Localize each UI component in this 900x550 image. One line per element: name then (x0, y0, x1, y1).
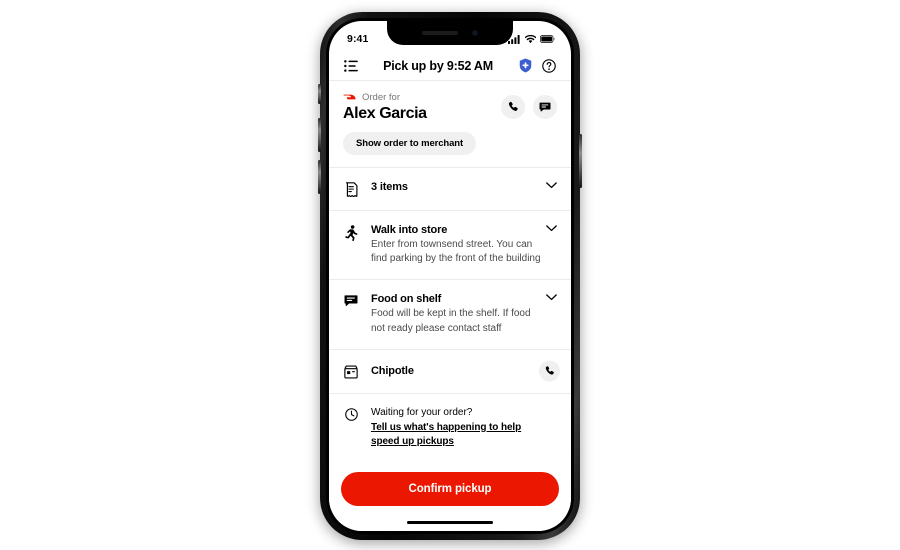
row-waiting-for-order: Waiting for your order? Tell us what's h… (329, 394, 571, 464)
row-merchant-body: Chipotle (371, 365, 557, 377)
row-shelf-body: Food on shelf Food will be kept in the s… (371, 293, 557, 335)
row-walk-subtitle: Enter from townsend street. You can find… (371, 239, 541, 265)
power-button[interactable] (579, 134, 582, 188)
header-actions (501, 95, 557, 119)
waiting-title: Waiting for your order? (371, 406, 473, 418)
navigation-bar: Pick up by 9:52 AM (329, 51, 571, 81)
status-indicators (508, 34, 555, 44)
row-items-title: 3 items (371, 181, 408, 193)
call-merchant-button[interactable] (539, 360, 560, 382)
phone-icon (545, 366, 554, 375)
row-items-body: 3 items (371, 181, 557, 193)
call-customer-button[interactable] (501, 95, 525, 119)
phone-bezel: 9:41 Pick up by 9:52 AM Order for Alex G… (326, 18, 574, 534)
receipt-icon (343, 181, 359, 197)
chat-bubble-icon (343, 293, 359, 308)
list-menu-icon[interactable] (342, 57, 360, 75)
shield-plus-icon[interactable] (516, 57, 534, 75)
doordash-logo-icon (343, 94, 356, 100)
speed-up-pickup-link[interactable]: Tell us what's happening to help speed u… (371, 421, 541, 450)
footer: Confirm pickup (329, 461, 571, 531)
row-walk-body: Walk into store Enter from townsend stre… (371, 224, 557, 266)
chevron-down-icon[interactable] (546, 225, 557, 232)
battery-icon (540, 35, 555, 43)
front-camera-icon (472, 30, 478, 36)
store-icon (343, 364, 359, 379)
message-icon (539, 102, 551, 112)
order-for-label: Order for (362, 92, 401, 103)
status-time: 9:41 (347, 33, 369, 45)
row-shelf-subtitle: Food will be kept in the shelf. If food … (371, 308, 531, 334)
walking-person-icon (343, 224, 359, 241)
row-shelf-title: Food on shelf (371, 293, 442, 306)
phone-icon (508, 101, 518, 111)
row-waiting-body: Waiting for your order? Tell us what's h… (371, 407, 557, 450)
wifi-icon (525, 34, 536, 43)
chevron-down-icon[interactable] (546, 294, 557, 301)
phone-screen: 9:41 Pick up by 9:52 AM Order for Alex G… (329, 21, 571, 531)
earpiece-speaker-icon (422, 31, 458, 35)
row-food-on-shelf[interactable]: Food on shelf Food will be kept in the s… (329, 280, 571, 350)
message-customer-button[interactable] (533, 95, 557, 119)
volume-down-button[interactable] (318, 160, 321, 194)
row-walk-title: Walk into store (371, 224, 448, 236)
show-order-to-merchant-button[interactable]: Show order to merchant (343, 132, 477, 155)
silent-switch-button[interactable] (318, 84, 321, 104)
clock-icon (343, 407, 359, 421)
page-title: Pick up by 9:52 AM (383, 58, 493, 73)
chevron-down-icon[interactable] (546, 182, 557, 189)
help-circle-icon[interactable] (540, 57, 558, 75)
row-items[interactable]: 3 items (329, 168, 571, 211)
row-merchant[interactable]: Chipotle (329, 350, 571, 394)
row-walk-into-store[interactable]: Walk into store Enter from townsend stre… (329, 211, 571, 281)
phone-device-frame: 9:41 Pick up by 9:52 AM Order for Alex G… (318, 12, 582, 540)
volume-up-button[interactable] (318, 118, 321, 152)
notch (387, 21, 513, 45)
home-indicator[interactable] (407, 520, 493, 524)
merchant-name: Chipotle (371, 365, 414, 378)
confirm-pickup-button[interactable]: Confirm pickup (341, 471, 559, 506)
order-header: Order for Alex Garcia Show order to merc… (329, 81, 571, 168)
